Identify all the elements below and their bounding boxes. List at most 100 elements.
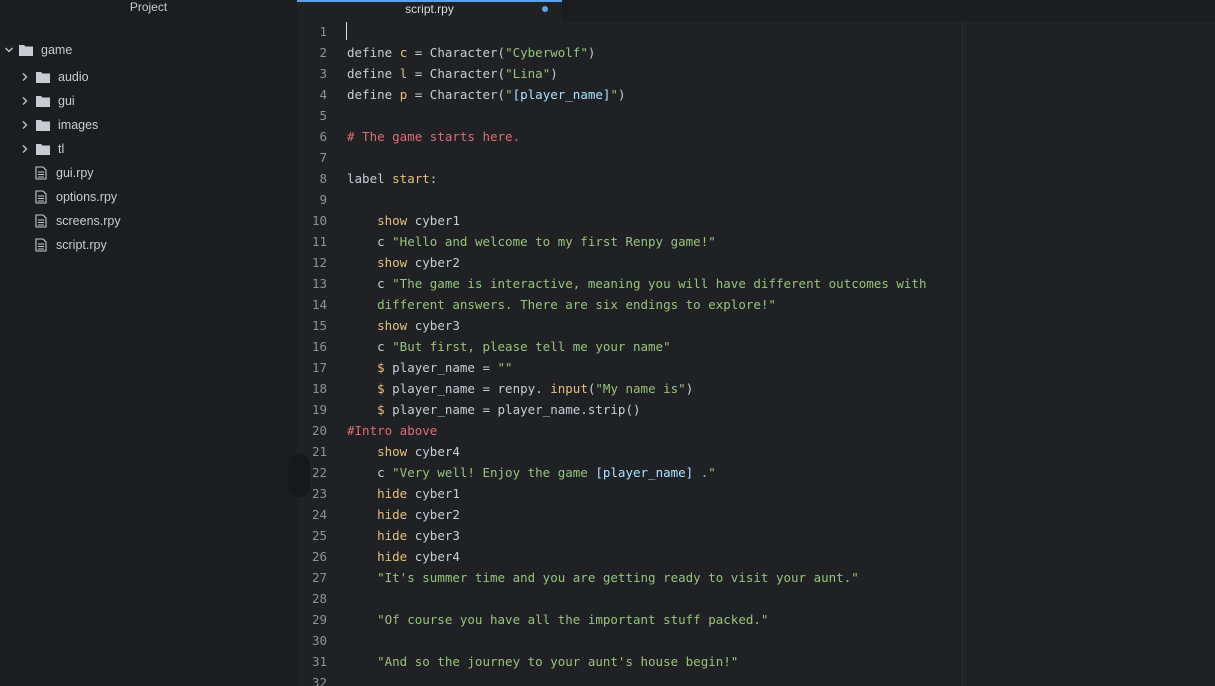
tree-file-options[interactable]: options.rpy bbox=[34, 187, 117, 207]
tree-file-gui[interactable]: gui.rpy bbox=[34, 163, 94, 183]
line-number: 5 bbox=[319, 108, 327, 123]
tree-label: screens.rpy bbox=[56, 214, 121, 228]
tree-folder-gui[interactable]: gui bbox=[20, 91, 75, 111]
tree-label: images bbox=[58, 118, 99, 132]
folder-icon bbox=[18, 43, 34, 57]
code-token: = Character( bbox=[407, 87, 506, 102]
code-line[interactable]: hide cyber3 bbox=[347, 525, 460, 546]
code-token: "Very well! Enjoy the game bbox=[392, 465, 596, 480]
code-token: "But first, please tell me your name" bbox=[392, 339, 671, 354]
code-token: hide bbox=[377, 507, 408, 522]
code-token: "Lina" bbox=[505, 66, 551, 81]
code-line[interactable]: "Of course you have all the important st… bbox=[347, 609, 768, 630]
code-line[interactable]: c "But first, please tell me your name" bbox=[347, 336, 671, 357]
project-sidebar: Project game audio gui images tl gui.rpy… bbox=[0, 0, 297, 686]
chevron-right-icon bbox=[20, 96, 30, 106]
line-number: 11 bbox=[311, 234, 327, 249]
panel-resize-handle[interactable] bbox=[288, 453, 310, 497]
code-line[interactable]: $ player_name = "" bbox=[347, 357, 512, 378]
tree-file-script[interactable]: script.rpy bbox=[34, 235, 107, 255]
code-area[interactable]: define c = Character("Cyberwolf") define … bbox=[347, 21, 962, 686]
tree-label: gui.rpy bbox=[56, 166, 94, 180]
code-line[interactable]: label start: bbox=[347, 168, 437, 189]
tree-label: script.rpy bbox=[56, 238, 107, 252]
line-number: 25 bbox=[311, 528, 327, 543]
code-token: ) bbox=[550, 66, 558, 81]
code-token: hide bbox=[377, 486, 408, 501]
line-number: 26 bbox=[311, 549, 327, 564]
code-line[interactable]: define p = Character("[player_name]") bbox=[347, 84, 626, 105]
tree-label: options.rpy bbox=[56, 190, 118, 204]
tree-folder-game[interactable]: game bbox=[4, 40, 72, 60]
code-token: : bbox=[429, 171, 438, 186]
code-token: ) bbox=[587, 45, 596, 60]
code-token: hide bbox=[377, 549, 408, 564]
code-line[interactable]: define l = Character("Lina") bbox=[347, 63, 558, 84]
code-line[interactable]: show cyber2 bbox=[347, 252, 460, 273]
chevron-right-icon bbox=[20, 144, 30, 154]
code-line[interactable]: show cyber4 bbox=[347, 441, 460, 462]
code-line[interactable]: "It's summer time and you are getting re… bbox=[347, 567, 859, 588]
code-editor[interactable]: script.rpy 1 2 3 4 5 6 7 8 9 10 11 12 13 14 15 16 17 18 19… bbox=[297, 0, 1215, 686]
code-line[interactable]: c "Hello and welcome to my first Renpy g… bbox=[347, 231, 716, 252]
line-number: 15 bbox=[311, 318, 327, 333]
code-line[interactable]: show cyber3 bbox=[347, 315, 460, 336]
code-token: ." bbox=[693, 465, 716, 480]
tree-label: audio bbox=[58, 70, 89, 84]
code-token: label bbox=[347, 171, 393, 186]
code-token: player_name = bbox=[384, 360, 498, 375]
tab-title: script.rpy bbox=[405, 2, 454, 16]
code-token: hide bbox=[377, 528, 408, 543]
file-icon bbox=[34, 214, 50, 228]
file-icon bbox=[34, 190, 50, 204]
code-token: cyber4 bbox=[407, 549, 460, 564]
code-line[interactable]: "And so the journey to your aunt's house… bbox=[347, 651, 738, 672]
folder-icon bbox=[35, 118, 51, 132]
line-number: 7 bbox=[319, 150, 327, 165]
code-line[interactable]: define c = Character("Cyberwolf") bbox=[347, 42, 595, 63]
code-line[interactable]: $ player_name = player_name.strip() bbox=[347, 399, 641, 420]
code-token: # The game starts here. bbox=[347, 129, 521, 144]
code-line[interactable]: different answers. There are six endings… bbox=[347, 294, 776, 315]
line-number: 30 bbox=[311, 633, 327, 648]
code-line[interactable]: $ player_name = renpy. input("My name is… bbox=[347, 378, 693, 399]
line-number: 9 bbox=[319, 192, 327, 207]
line-number-gutter: 1 2 3 4 5 6 7 8 9 10 11 12 13 14 15 16 17 18 19 20 21 22 23 24 2… bbox=[297, 21, 343, 686]
code-line[interactable]: # The game starts here. bbox=[347, 126, 520, 147]
line-number: 1 bbox=[319, 24, 327, 39]
wrap-guide bbox=[962, 21, 963, 686]
code-token: "The game is interactive, meaning you wi… bbox=[392, 276, 927, 291]
code-token: $ bbox=[377, 360, 385, 375]
code-line[interactable]: hide cyber4 bbox=[347, 546, 460, 567]
line-number: 28 bbox=[311, 591, 327, 606]
line-number: 10 bbox=[311, 213, 327, 228]
code-line[interactable]: hide cyber1 bbox=[347, 483, 460, 504]
tree-folder-tl[interactable]: tl bbox=[20, 139, 64, 159]
code-token: player_name = renpy. bbox=[384, 381, 551, 396]
code-token: define bbox=[347, 66, 400, 81]
code-line[interactable]: c "Very well! Enjoy the game [player_nam… bbox=[347, 462, 716, 483]
code-token: " bbox=[505, 87, 513, 102]
code-token: show bbox=[377, 255, 408, 270]
modified-indicator-icon[interactable] bbox=[542, 6, 548, 12]
tree-file-screens[interactable]: screens.rpy bbox=[34, 211, 121, 231]
code-token: "Of course you have all the important st… bbox=[347, 612, 769, 627]
code-line[interactable]: #Intro above bbox=[347, 420, 437, 441]
code-line[interactable]: show cyber1 bbox=[347, 210, 460, 231]
line-number: 13 bbox=[311, 276, 327, 291]
code-token: player_name = player_name.strip() bbox=[384, 402, 641, 417]
code-token: show bbox=[377, 444, 408, 459]
tree-folder-images[interactable]: images bbox=[20, 115, 98, 135]
tab-script-rpy[interactable]: script.rpy bbox=[297, 0, 562, 21]
line-number: 4 bbox=[319, 87, 327, 102]
line-number: 3 bbox=[319, 66, 327, 81]
code-line[interactable]: hide cyber2 bbox=[347, 504, 460, 525]
tree-folder-audio[interactable]: audio bbox=[20, 67, 89, 87]
code-token: define bbox=[347, 87, 400, 102]
code-line[interactable]: c "The game is interactive, meaning you … bbox=[347, 273, 926, 294]
